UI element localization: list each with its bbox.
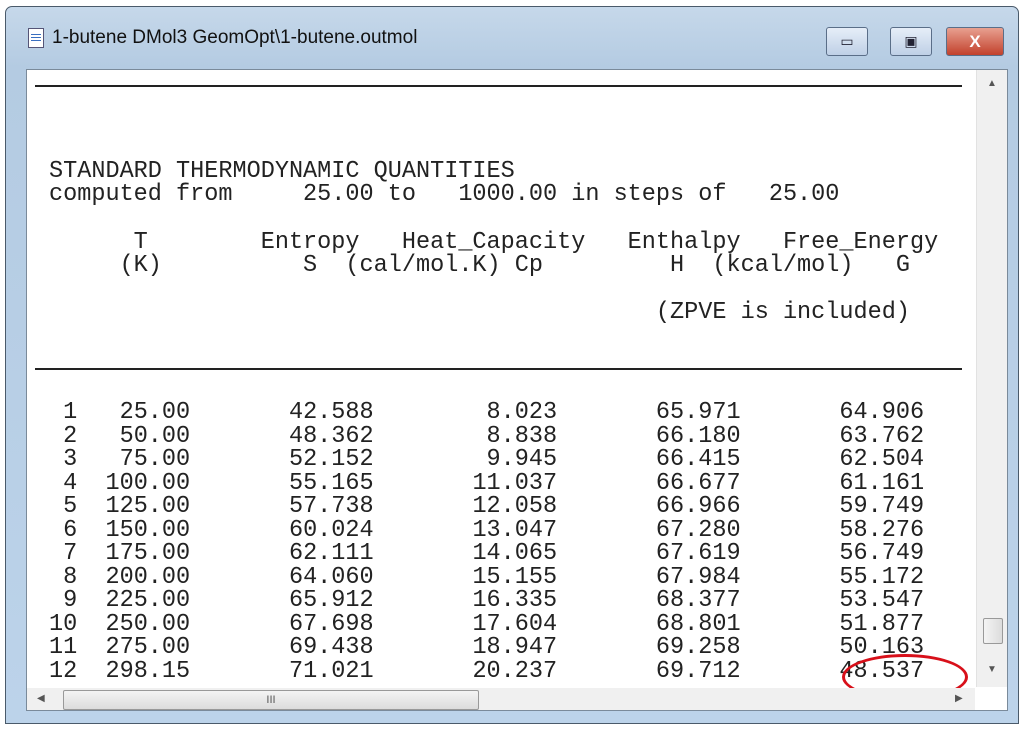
- table-row: 5 125.00 57.738 12.058 66.966 59.749: [49, 495, 924, 519]
- table-row: 6 150.00 60.024 13.047 67.280 58.276: [49, 518, 924, 542]
- zpve-note: (ZPVE is included): [49, 299, 910, 326]
- title-bar: 1-butene DMol3 GeomOpt\1-butene.outmol: [28, 27, 417, 49]
- temperature-cell: 298.15: [77, 657, 191, 685]
- table-row: 10 250.00 67.698 17.604 68.801 51.877: [49, 612, 924, 636]
- scroll-down-arrow[interactable]: ▼: [987, 664, 997, 675]
- text-view[interactable]: STANDARD THERMODYNAMIC QUANTITIES comput…: [26, 69, 1008, 711]
- horizontal-scroll-thumb[interactable]: III: [63, 690, 479, 710]
- table-row: 3 75.00 52.152 9.945 66.415 62.504: [49, 448, 924, 472]
- computed-range: computed from 25.00 to 1000.00 in steps …: [49, 181, 840, 208]
- vertical-scroll-thumb[interactable]: [983, 618, 1003, 644]
- column-header-2: (K) S (cal/mol.K) Cp H (kcal/mol) G: [49, 252, 910, 279]
- horizontal-scrollbar[interactable]: ◀ III ▶: [27, 688, 975, 710]
- document-icon: [28, 28, 44, 48]
- table-row: 9 225.00 65.912 16.335 68.377 53.547: [49, 589, 924, 613]
- table-row: 2 50.00 48.362 8.838 66.180 63.762: [49, 424, 924, 448]
- table-row: 7 175.00 62.111 14.065 67.619 56.749: [49, 542, 924, 566]
- output-heading: STANDARD THERMODYNAMIC QUANTITIES: [49, 158, 515, 185]
- window: 1-butene DMol3 GeomOpt\1-butene.outmol ▭…: [5, 6, 1019, 724]
- table-row: 12 298.15 71.021 20.237 69.712 48.537: [49, 657, 924, 685]
- window-title: 1-butene DMol3 GeomOpt\1-butene.outmol: [52, 27, 418, 48]
- separator-line: [35, 85, 962, 87]
- close-button[interactable]: X: [946, 27, 1004, 56]
- scroll-left-arrow[interactable]: ◀: [37, 693, 45, 704]
- entropy-cell: 71.021: [190, 657, 374, 685]
- table-row: 8 200.00 64.060 15.155 67.984 55.172: [49, 565, 924, 589]
- vertical-scrollbar[interactable]: ▲ ▼: [976, 70, 1007, 687]
- maximize-button[interactable]: ▣: [890, 27, 932, 56]
- separator-line: [35, 368, 962, 370]
- table-row: 1 25.00 42.588 8.023 65.971 64.906: [49, 401, 924, 425]
- row-index-cell: 12: [49, 657, 78, 685]
- scroll-up-arrow[interactable]: ▲: [987, 78, 997, 89]
- table-row: 4 100.00 55.165 11.037 66.677 61.161: [49, 471, 924, 495]
- enthalpy-cell: 69.712: [557, 657, 741, 685]
- minimize-button[interactable]: ▭: [826, 27, 868, 56]
- scroll-right-arrow[interactable]: ▶: [955, 693, 963, 704]
- table-row: 11 275.00 69.438 18.947 69.258 50.163: [49, 636, 924, 660]
- heat-capacity-cell: 20.237: [373, 657, 558, 685]
- column-header-1: T Entropy Heat_Capacity Enthalpy Free_En…: [49, 229, 939, 256]
